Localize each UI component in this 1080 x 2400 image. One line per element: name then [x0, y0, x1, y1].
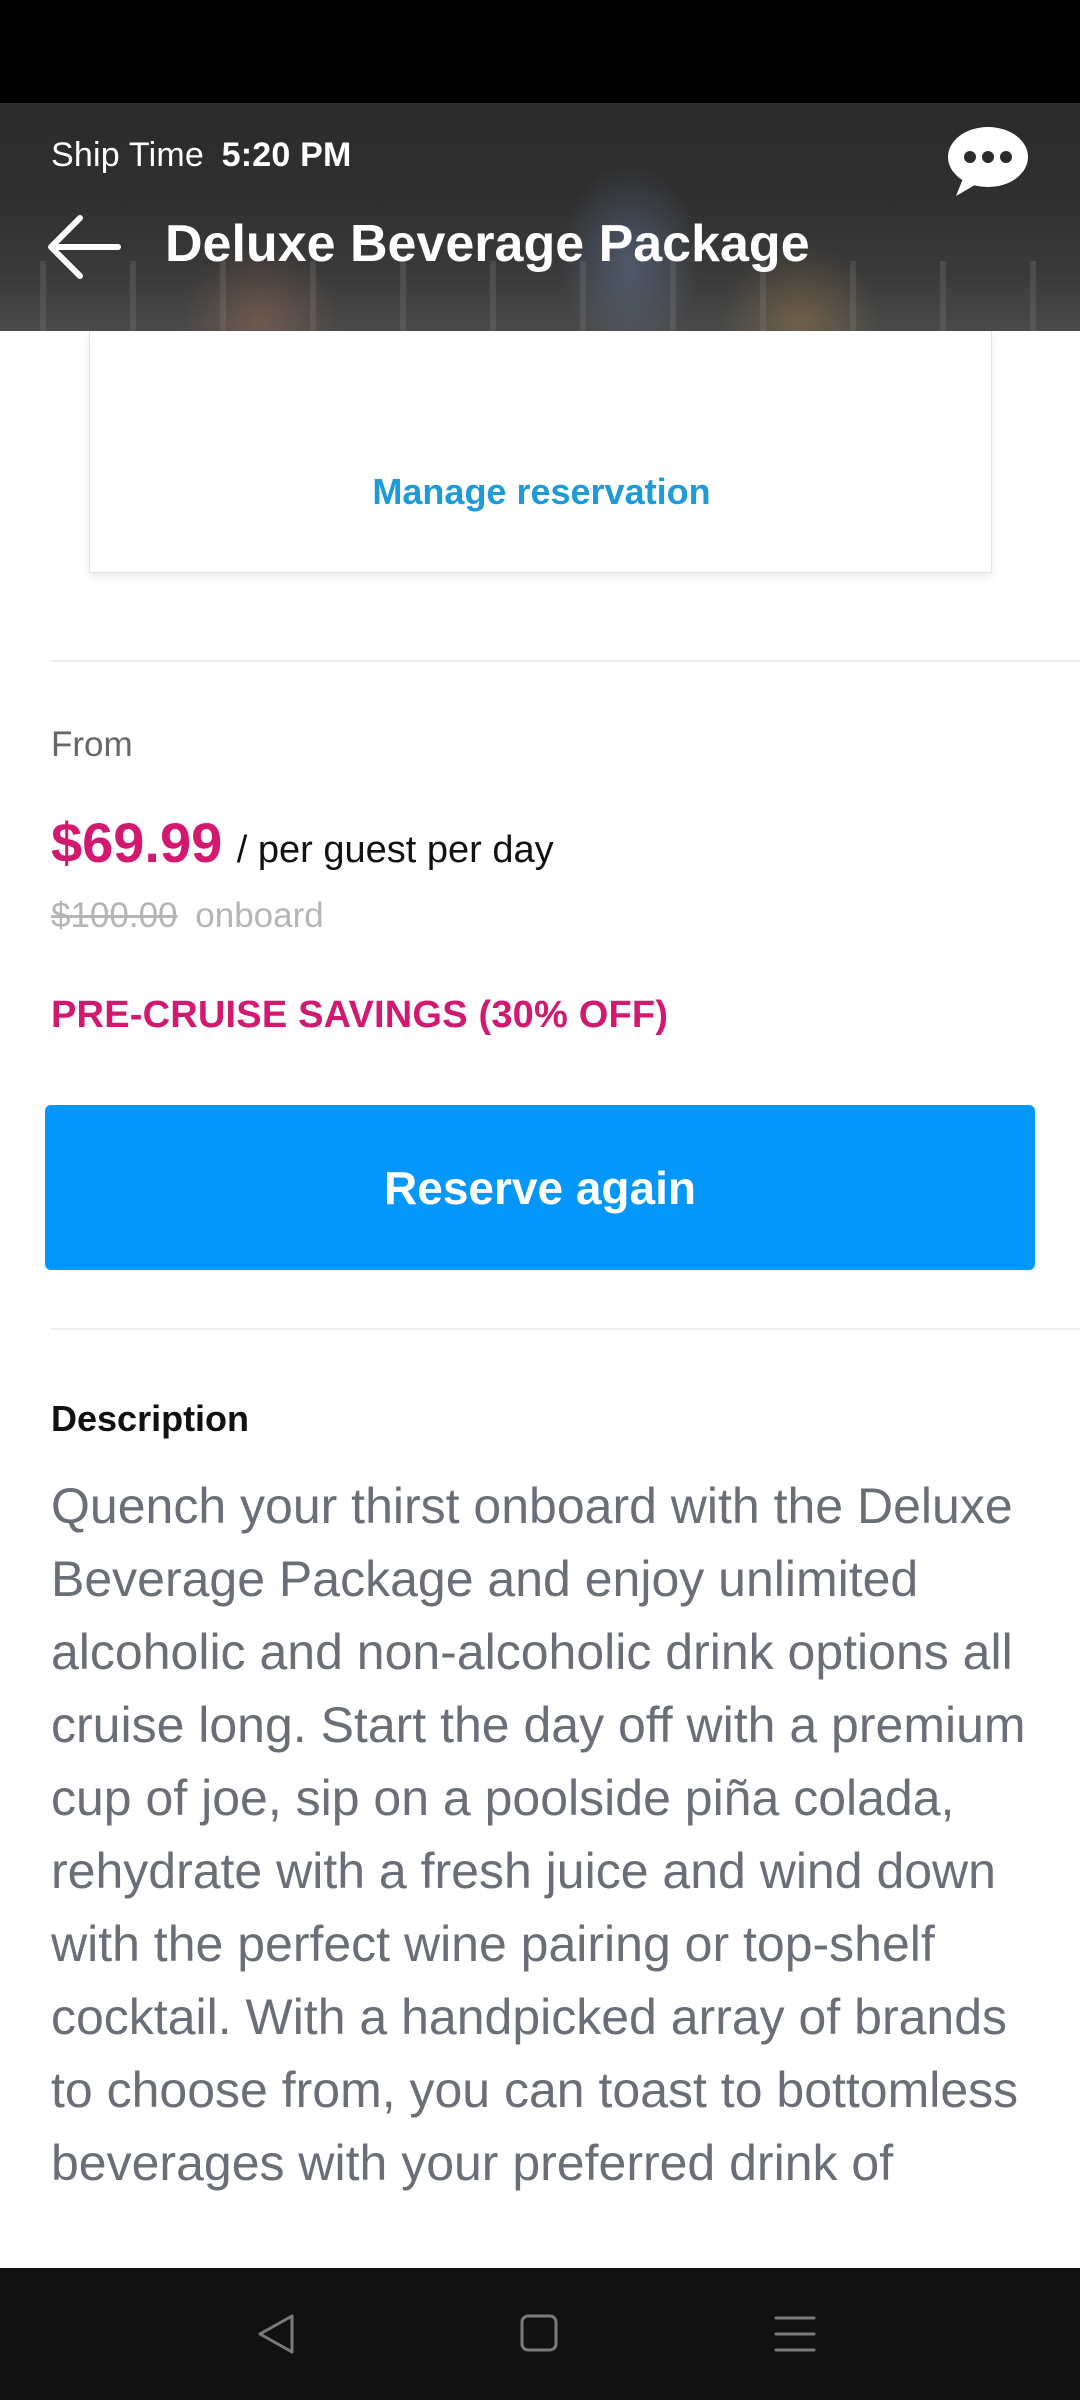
price: $69.99	[51, 811, 223, 874]
reserve-again-button[interactable]: Reserve again	[45, 1105, 1035, 1270]
description-heading: Description	[51, 1398, 250, 1439]
manage-reservation-link[interactable]: Manage reservation	[90, 471, 993, 513]
price-unit: / per guest per day	[236, 829, 554, 871]
onboard-price-row: $100.00 onboard	[51, 896, 324, 936]
price-row: $69.99 / per guest per day	[51, 810, 554, 875]
original-price: $100.00	[51, 896, 178, 935]
arrow-left-icon	[48, 215, 121, 279]
from-label: From	[51, 725, 133, 764]
nav-home-button[interactable]	[498, 2298, 578, 2370]
ship-time: Ship Time 5:20 PM	[51, 136, 352, 175]
nav-back-button[interactable]	[238, 2298, 318, 2370]
ship-time-value: 5:20 PM	[221, 136, 352, 174]
divider	[51, 1328, 1080, 1330]
nav-back-triangle-icon	[258, 2314, 294, 2354]
savings-badge: PRE-CRUISE SAVINGS (30% OFF)	[51, 994, 669, 1036]
page-title: Deluxe Beverage Package	[165, 215, 810, 273]
chat-bubble-icon	[948, 127, 1028, 196]
system-nav-bar	[0, 2268, 1080, 2400]
back-button[interactable]	[44, 210, 124, 284]
nav-home-square-icon	[520, 2314, 558, 2352]
status-bar	[0, 0, 1080, 103]
ship-time-label: Ship Time	[51, 136, 204, 174]
divider	[51, 660, 1080, 662]
nav-menu-button[interactable]	[756, 2298, 836, 2370]
reservation-card: Manage reservation	[89, 331, 992, 573]
chat-button[interactable]	[946, 124, 1030, 200]
description-text: Quench your thirst onboard with the Delu…	[51, 1478, 1026, 2191]
nav-menu-lines-icon	[774, 2316, 816, 2352]
screen: Ship Time 5:20 PM Deluxe Beverage Packag…	[0, 0, 1080, 2400]
onboard-label: onboard	[195, 896, 324, 935]
